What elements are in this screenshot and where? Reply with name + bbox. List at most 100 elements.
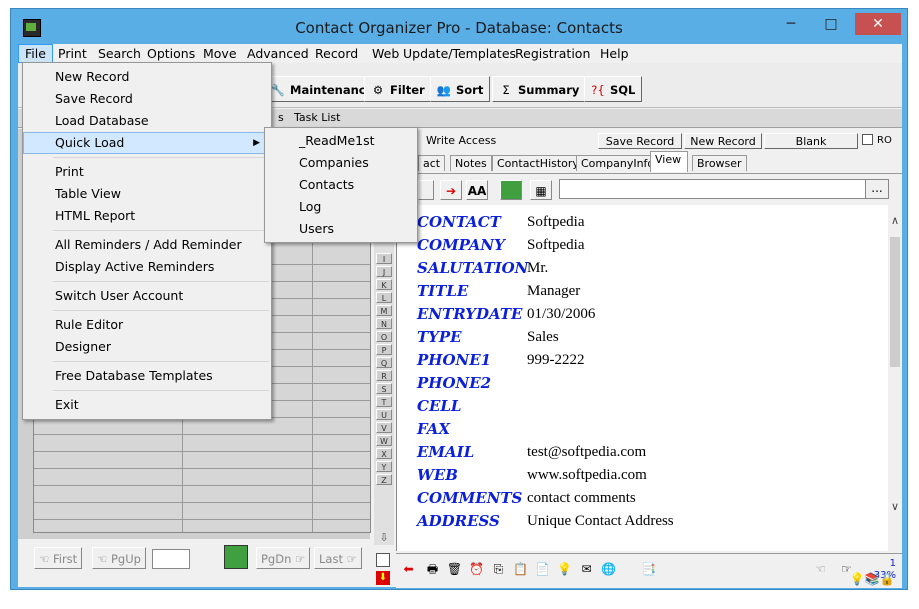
maximize-button[interactable]: □	[815, 13, 847, 35]
trash-icon[interactable]: 🗑	[444, 559, 465, 579]
alpha-q[interactable]: Q	[376, 357, 392, 368]
alpha-z[interactable]: Z	[376, 474, 392, 485]
close-button[interactable]: ✕	[855, 13, 901, 35]
subtab-partial[interactable]: s	[274, 110, 288, 126]
mail-icon[interactable]: ✉	[576, 559, 597, 579]
maintenance-button[interactable]: 🔧 Maintenance	[264, 76, 381, 102]
font-size-icon[interactable]: AA	[466, 180, 488, 200]
menu-exit[interactable]: Exit	[23, 394, 271, 416]
record-scrollbar[interactable]: ∧ ∨	[888, 205, 902, 551]
alpha-s[interactable]: S	[376, 383, 392, 394]
quick-load-readme[interactable]: _ReadMe1st	[265, 130, 417, 152]
first-button[interactable]: ☜ First	[34, 547, 83, 569]
new-record-button[interactable]: New Record	[684, 133, 762, 149]
layout-icon[interactable]: ▦	[530, 180, 552, 200]
chevron-down-icon[interactable]: ∨	[888, 499, 902, 515]
menu-help[interactable]: Help	[594, 44, 635, 63]
tab-notes[interactable]: Notes	[450, 155, 492, 171]
table-row[interactable]	[34, 503, 370, 520]
menu-update-templates[interactable]: Update/Templates	[397, 44, 522, 63]
pgup-button[interactable]: ☜ PgUp	[92, 547, 146, 569]
alpha-x[interactable]: X	[376, 448, 392, 459]
chevron-up-icon[interactable]: ∧	[888, 213, 902, 229]
menu-save-record[interactable]: Save Record	[23, 88, 271, 110]
alpha-y[interactable]: Y	[376, 461, 392, 472]
arrow-down-icon[interactable]: ⇩	[376, 531, 392, 545]
sort-button[interactable]: 👥 Sort	[430, 76, 491, 102]
menu-advanced[interactable]: Advanced	[241, 44, 315, 63]
reminder-icon[interactable]: ⏰	[466, 559, 487, 579]
pgdn-button[interactable]: PgDn ☞	[256, 547, 311, 569]
menu-designer[interactable]: Designer	[23, 336, 271, 358]
save-record-button[interactable]: Save Record	[598, 133, 682, 149]
lightbulb-icon[interactable]: 💡	[554, 559, 575, 579]
tab-view[interactable]: View	[650, 151, 688, 172]
blank-button[interactable]: Blank	[764, 133, 858, 149]
scroll-thumb[interactable]	[890, 237, 900, 367]
tab-browser[interactable]: Browser	[692, 155, 747, 171]
alpha-o[interactable]: O	[376, 331, 392, 342]
alpha-p[interactable]: P	[376, 344, 392, 355]
alpha-u[interactable]: U	[376, 409, 392, 420]
abc-icon[interactable]	[500, 180, 522, 200]
menu-search[interactable]: Search	[92, 44, 147, 63]
browse-button[interactable]: ...	[865, 180, 888, 198]
alpha-j[interactable]: J	[376, 266, 392, 277]
filter-button[interactable]: ⚙ Filter	[364, 76, 432, 102]
abc-icon[interactable]	[224, 545, 248, 569]
tab-contact-history[interactable]: ContactHistory	[492, 155, 584, 171]
menu-quick-load[interactable]: Quick Load ▶	[23, 132, 271, 154]
quick-load-users[interactable]: Users	[265, 218, 417, 240]
copy-record-icon[interactable]: ⎘	[488, 559, 509, 579]
tab-company-info[interactable]: CompanyInfo	[576, 155, 660, 171]
toolbar-partial-icon[interactable]	[418, 180, 434, 200]
alpha-l[interactable]: L	[376, 292, 392, 303]
menu-print[interactable]: Print	[23, 161, 271, 183]
summary-button[interactable]: Σ Summary	[492, 76, 587, 102]
arrow-left-icon[interactable]: ⬅	[398, 559, 419, 579]
menu-html-report[interactable]: HTML Report	[23, 205, 271, 227]
menu-options[interactable]: Options	[141, 44, 201, 63]
globe-icon[interactable]: 🌐	[598, 559, 619, 579]
alpha-k[interactable]: K	[376, 279, 392, 290]
menu-all-reminders[interactable]: All Reminders / Add Reminder	[23, 234, 271, 256]
menu-move[interactable]: Move	[197, 44, 243, 63]
quick-load-contacts[interactable]: Contacts	[265, 174, 417, 196]
alpha-v[interactable]: V	[376, 422, 392, 433]
hand-left-icon[interactable]: ☜	[810, 559, 831, 579]
down-arrow-icon[interactable]: ⬇	[376, 571, 390, 585]
table-row[interactable]	[34, 418, 370, 435]
quick-load-log[interactable]: Log	[265, 196, 417, 218]
menu-rule-editor[interactable]: Rule Editor	[23, 314, 271, 336]
view-path-input[interactable]: ...	[559, 179, 889, 199]
last-button[interactable]: Last ☞	[314, 547, 362, 569]
menu-free-templates[interactable]: Free Database Templates	[23, 365, 271, 387]
alpha-t[interactable]: T	[376, 396, 392, 407]
menu-display-reminders[interactable]: Display Active Reminders	[23, 256, 271, 278]
sql-button[interactable]: ?{SQL	[584, 76, 643, 102]
document-icon[interactable]: 📄	[532, 559, 553, 579]
menu-load-database[interactable]: Load Database	[23, 110, 271, 132]
printer-icon[interactable]: 🖶	[422, 559, 443, 579]
export-icon[interactable]: 📑	[638, 559, 659, 579]
menu-table-view[interactable]: Table View	[23, 183, 271, 205]
alpha-i[interactable]: I	[376, 253, 392, 264]
menu-registration[interactable]: Registration	[509, 44, 596, 63]
alpha-m[interactable]: M	[376, 305, 392, 316]
table-row[interactable]	[34, 469, 370, 486]
menu-print[interactable]: Print	[52, 44, 93, 63]
table-row[interactable]	[34, 435, 370, 452]
page-input[interactable]	[152, 549, 190, 569]
subtab-task-list[interactable]: Task List	[290, 110, 344, 126]
menu-file[interactable]: File	[18, 44, 53, 63]
select-checkbox[interactable]	[376, 553, 390, 567]
record-view-panel[interactable]: CONTACT Softpedia COMPANY Softpedia SALUTA…	[396, 205, 889, 551]
quick-load-companies[interactable]: Companies	[265, 152, 417, 174]
alpha-n[interactable]: N	[376, 318, 392, 329]
alpha-w[interactable]: W	[376, 435, 392, 446]
paste-record-icon[interactable]: 📋	[510, 559, 531, 579]
menu-new-record[interactable]: New Record	[23, 66, 271, 88]
alpha-r[interactable]: R	[376, 370, 392, 381]
minimize-button[interactable]: ─	[775, 13, 807, 35]
menu-record[interactable]: Record	[309, 44, 364, 63]
